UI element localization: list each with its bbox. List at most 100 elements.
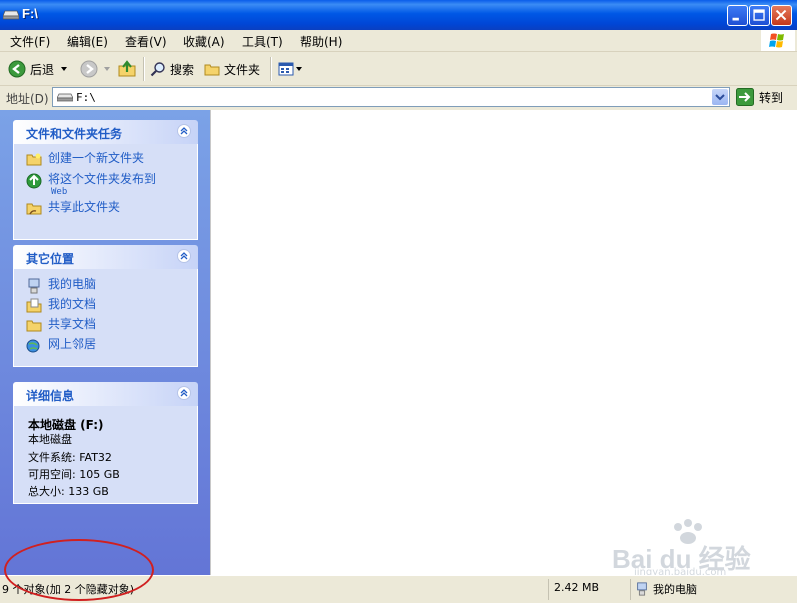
close-button[interactable]: [771, 5, 792, 26]
places-panel-body: 我的电脑 我的文档 共享文档 网上邻居: [13, 269, 198, 367]
address-label: 地址(D): [6, 92, 49, 106]
collapse-button[interactable]: [177, 386, 191, 400]
drive-free-space: 可用空间: 105 GB: [28, 468, 120, 481]
toolbar: 后退 搜索 文件夹: [0, 52, 797, 86]
place-my-documents[interactable]: 我的文档: [26, 298, 96, 314]
place-network[interactable]: 网上邻居: [26, 338, 96, 354]
menu-bar: 文件(F) 编辑(E) 查看(V) 收藏(A) 工具(T) 帮助(H): [0, 30, 797, 52]
tasks-panel: 文件和文件夹任务 创建一个新文件夹 将这个文件夹发布到 Web 共享此文件夹: [13, 120, 198, 240]
drive-total-size: 总大小: 133 GB: [28, 485, 109, 498]
go-label: 转到: [759, 90, 784, 105]
task-publish-web-label: 将这个文件夹发布到: [48, 172, 157, 186]
status-size: 2.42 MB: [554, 581, 600, 594]
file-list-view[interactable]: [210, 110, 797, 575]
task-share-folder[interactable]: 共享此文件夹: [26, 201, 120, 215]
chevron-up-icon: [180, 127, 188, 135]
details-panel-title: 详细信息: [26, 389, 75, 403]
place-shared-documents[interactable]: 共享文档: [26, 318, 96, 332]
back-dropdown[interactable]: [60, 58, 68, 80]
forward-dropdown[interactable]: [103, 58, 111, 80]
network-places-icon: [26, 339, 40, 353]
views-button[interactable]: [278, 58, 303, 80]
title-bar[interactable]: F:\: [0, 0, 797, 30]
drive-icon: [3, 10, 19, 20]
toolbar-separator: [143, 57, 145, 81]
place-my-computer-label: 我的电脑: [48, 277, 97, 291]
back-button[interactable]: 后退: [8, 58, 54, 80]
maximize-button[interactable]: [749, 5, 770, 26]
my-computer-icon: [637, 582, 647, 596]
views-grid-icon: [278, 62, 294, 76]
places-panel: 其它位置 我的电脑 我的文档 共享文档 网上邻居: [13, 245, 198, 367]
drive-type: 本地磁盘: [28, 433, 72, 446]
shared-documents-icon: [26, 320, 42, 332]
address-bar: 地址(D) F:\ 转到: [0, 86, 797, 109]
place-network-label: 网上邻居: [48, 337, 97, 351]
tasks-panel-body: 创建一个新文件夹 将这个文件夹发布到 Web 共享此文件夹: [13, 144, 198, 240]
tasks-panel-header[interactable]: 文件和文件夹任务: [13, 120, 198, 144]
collapse-button[interactable]: [177, 124, 191, 138]
address-dropdown[interactable]: [712, 89, 728, 105]
forward-arrow-icon: [80, 60, 98, 78]
menu-help[interactable]: 帮助(H): [300, 33, 342, 50]
forward-button[interactable]: [80, 58, 98, 80]
details-panel: 详细信息 本地磁盘 (F:) 本地磁盘 文件系统: FAT32 可用空间: 10…: [13, 382, 198, 504]
search-button[interactable]: 搜索: [150, 58, 194, 80]
task-pane: 文件和文件夹任务 创建一个新文件夹 将这个文件夹发布到 Web 共享此文件夹 其…: [0, 110, 210, 575]
minimize-icon: [732, 17, 739, 21]
new-folder-icon: [26, 153, 42, 166]
go-arrow-icon: [736, 88, 754, 106]
chevron-up-icon: [180, 252, 188, 260]
back-arrow-icon: [8, 60, 26, 78]
chevron-down-icon: [104, 67, 110, 71]
up-button[interactable]: [118, 58, 136, 80]
status-location: 我的电脑: [653, 583, 697, 596]
my-documents-icon: [26, 298, 42, 313]
chevron-down-icon: [61, 67, 67, 71]
place-my-documents-label: 我的文档: [48, 297, 97, 311]
status-size-cell: 2.42 MB: [548, 579, 630, 600]
menu-edit[interactable]: 编辑(E): [67, 33, 108, 50]
chevron-down-icon: [715, 94, 725, 101]
go-button[interactable]: 转到: [736, 88, 783, 106]
back-label: 后退: [30, 62, 55, 77]
menu-tools[interactable]: 工具(T): [242, 33, 283, 50]
task-publish-web-sub[interactable]: Web: [51, 187, 67, 197]
window-title: F:\: [22, 6, 38, 21]
search-label: 搜索: [170, 62, 195, 77]
close-icon: [775, 9, 787, 21]
places-panel-title: 其它位置: [26, 252, 75, 266]
search-icon: [150, 62, 165, 77]
task-new-folder-label: 创建一个新文件夹: [48, 151, 145, 165]
menu-view[interactable]: 查看(V): [125, 33, 167, 50]
menu-file[interactable]: 文件(F): [10, 33, 50, 50]
details-panel-header[interactable]: 详细信息: [13, 382, 198, 406]
folder-icon: [204, 64, 220, 76]
status-location-cell: 我的电脑: [630, 579, 797, 600]
drive-icon: [57, 93, 73, 102]
chevron-up-icon: [180, 389, 188, 397]
minimize-button[interactable]: [727, 5, 748, 26]
task-share-folder-label: 共享此文件夹: [48, 200, 121, 214]
collapse-button[interactable]: [177, 249, 191, 263]
task-publish-web[interactable]: 将这个文件夹发布到: [26, 173, 156, 189]
task-new-folder[interactable]: 创建一个新文件夹: [26, 152, 144, 166]
place-my-computer[interactable]: 我的电脑: [26, 278, 96, 294]
details-panel-body: 本地磁盘 (F:) 本地磁盘 文件系统: FAT32 可用空间: 105 GB …: [13, 406, 198, 504]
baidu-watermark: Bai du 经验 jingyan.baidu.com: [612, 517, 762, 578]
address-input[interactable]: F:\: [52, 87, 730, 107]
folders-label: 文件夹: [224, 62, 261, 77]
places-panel-header[interactable]: 其它位置: [13, 245, 198, 269]
chevron-down-icon: [296, 67, 302, 71]
annotation-circle: [4, 539, 154, 601]
maximize-icon: [753, 9, 765, 21]
tasks-panel-title: 文件和文件夹任务: [26, 127, 123, 141]
toolbar-separator: [270, 57, 272, 81]
folder-up-icon: [118, 60, 136, 77]
drive-filesystem: 文件系统: FAT32: [28, 451, 112, 464]
folders-button[interactable]: 文件夹: [204, 58, 260, 80]
publish-web-icon: [26, 173, 42, 189]
place-shared-documents-label: 共享文档: [48, 317, 97, 331]
menu-favorites[interactable]: 收藏(A): [183, 33, 225, 50]
address-value: F:\: [76, 91, 96, 104]
